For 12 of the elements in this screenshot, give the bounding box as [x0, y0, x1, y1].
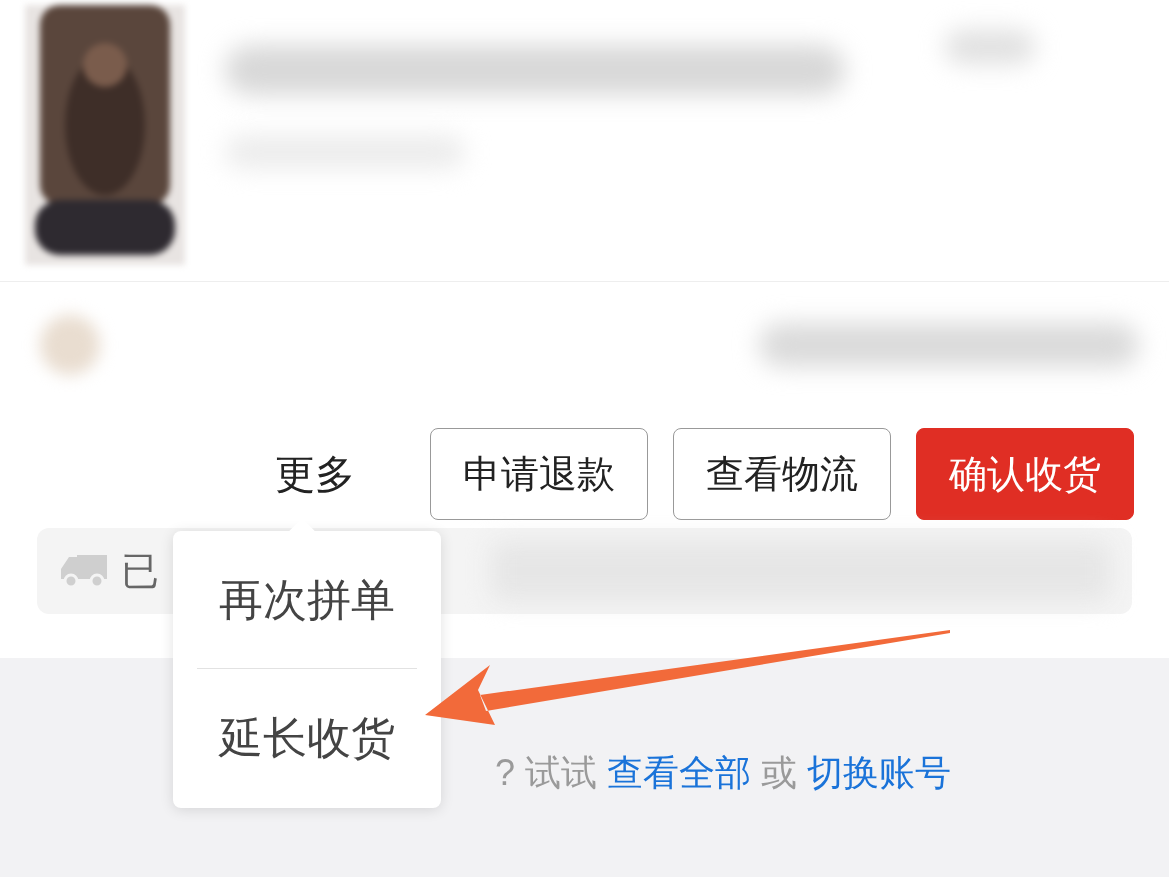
delivery-status: 已: [121, 548, 159, 594]
menu-item[interactable]: 再次拼单: [197, 531, 417, 669]
truck-icon: [59, 553, 109, 589]
empty-hint-text: ? 试试 查看全部 或 切换账号: [494, 751, 951, 795]
confirm-button[interactable]: 确认收货: [916, 428, 1134, 520]
menu-item[interactable]: 延长收货: [197, 669, 417, 807]
action-button[interactable]: 查看物流: [673, 428, 891, 520]
action-button[interactable]: 申请退款: [430, 428, 648, 520]
blurred-icon: [40, 315, 100, 375]
link[interactable]: 查看全部: [607, 752, 751, 793]
more-button[interactable]: 更多: [275, 444, 355, 504]
link[interactable]: 切换账号: [807, 752, 951, 793]
